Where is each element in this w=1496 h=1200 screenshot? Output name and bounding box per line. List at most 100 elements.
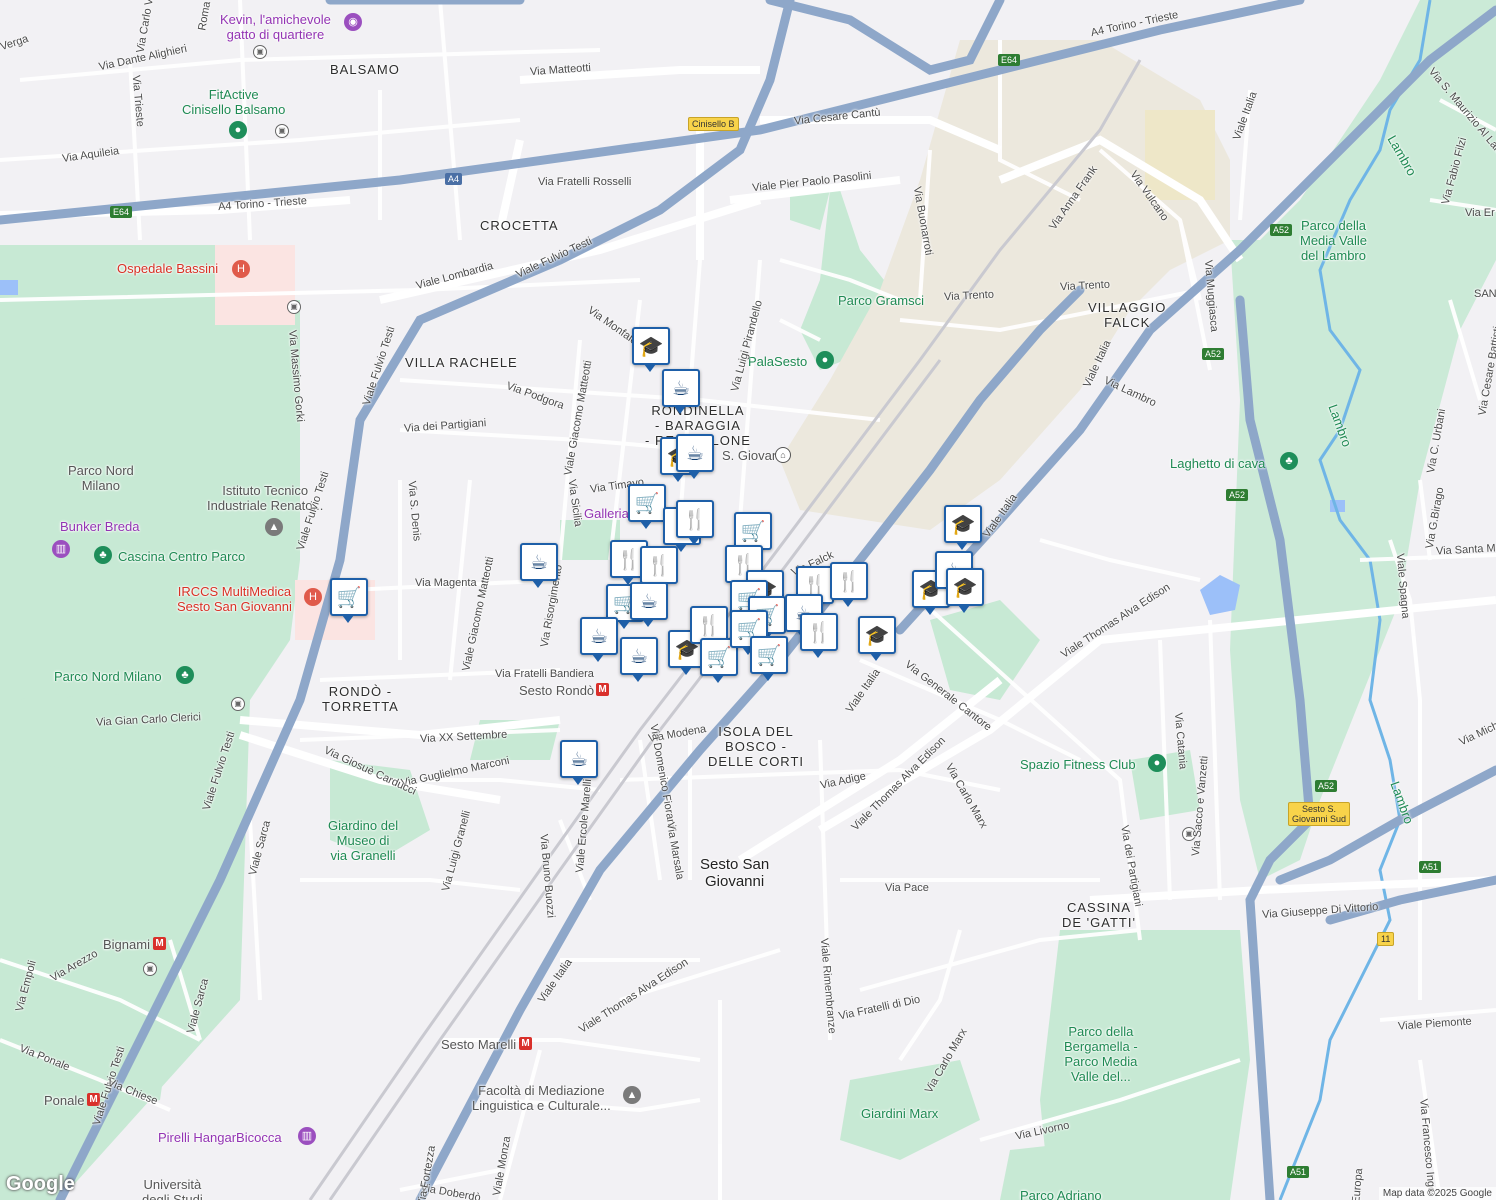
gym-icon[interactable]: ● <box>229 121 247 139</box>
poi-giardino-museo-granelli[interactable]: Giardino del Museo di via Granelli <box>328 818 398 863</box>
poi-parco-media-valle-lambro[interactable]: Parco della Media Valle del Lambro <box>1300 218 1367 263</box>
area-villa-rachele: VILLA RACHELE <box>405 355 518 370</box>
poi-laghetto-di-cava[interactable]: Laghetto di cava <box>1170 456 1265 471</box>
map-marker-restaurant[interactable]: 🍴 <box>800 613 838 658</box>
poi-kevin-line: gatto di quartiere <box>226 27 325 42</box>
poi-line: Parco della <box>1300 218 1366 233</box>
poi-facolta-mediazione[interactable]: Facoltà di Mediazione Linguistica e Cult… <box>472 1083 611 1113</box>
poi-line: Parco Media <box>1064 1054 1138 1069</box>
map-marker-cafe[interactable]: ☕ <box>560 740 598 785</box>
restaurant-icon: 🍴 <box>696 613 722 637</box>
bus-stop-icon[interactable]: ▣ <box>231 697 245 711</box>
school-icon: 🎓 <box>864 623 890 647</box>
poi-fitactive[interactable]: FitActive Cinisello Balsamo <box>182 87 285 117</box>
poi-istituto-tecnico[interactable]: Istituto Tecnico Industriale Renato... <box>207 483 323 513</box>
road-badge-sesto-sud: Sesto S. Giovanni Sud <box>1288 802 1351 826</box>
map-marker-cafe[interactable]: ☕ <box>630 582 668 627</box>
map-canvas[interactable]: BALSAMO CROCETTA VILLA RACHELE RONDINELL… <box>0 0 1496 1200</box>
poi-bunker-breda[interactable]: Bunker Breda <box>60 519 140 534</box>
poi-fitactive-line: Cinisello Balsamo <box>182 102 286 117</box>
map-marker-cafe[interactable]: ☕ <box>662 369 700 414</box>
metro-icon[interactable]: M <box>596 683 609 696</box>
hospital-icon[interactable]: H <box>232 260 250 278</box>
train-station-icon[interactable]: ⌂ <box>775 447 791 463</box>
bus-stop-icon[interactable]: ▣ <box>275 124 289 138</box>
restaurant-icon: 🍴 <box>646 553 672 577</box>
area-isola-line: BOSCO - <box>725 739 787 754</box>
map-marker-school[interactable]: 🎓 <box>632 327 670 372</box>
road-badge-11: 11 <box>1377 932 1395 946</box>
map-marker-restaurant[interactable]: 🍴 <box>830 562 868 607</box>
gym-icon[interactable]: ● <box>1148 754 1166 772</box>
metro-icon[interactable]: M <box>519 1037 532 1050</box>
camera-icon[interactable]: ◉ <box>344 13 362 31</box>
hospital-icon[interactable]: H <box>304 588 322 606</box>
road-badge-a52: A52 <box>1315 780 1338 792</box>
area-cassina-line: CASSINA <box>1066 900 1132 915</box>
road-badge-e64: E64 <box>110 206 133 218</box>
museum-icon[interactable]: ▥ <box>52 540 70 558</box>
poi-parco-bergamella[interactable]: Parco della Bergamella - Parco Media Val… <box>1064 1024 1138 1084</box>
restaurant-icon: 🍴 <box>806 620 832 644</box>
cafe-icon: ☕ <box>590 624 608 648</box>
poi-parco-nord-milano[interactable]: Parco Nord Milano <box>54 669 162 684</box>
poi-sesto-marelli[interactable]: Sesto Marelli <box>441 1037 516 1052</box>
map-marker-cafe[interactable]: ☕ <box>520 543 558 588</box>
map-marker-cafe[interactable]: ☕ <box>620 637 658 682</box>
stadium-icon[interactable]: ● <box>816 351 834 369</box>
school-icon: 🎓 <box>638 334 664 358</box>
poi-sesto-rondo[interactable]: Sesto Rondò <box>519 683 594 698</box>
poi-fitactive-line: FitActive <box>208 87 259 102</box>
poi-ospedale-bassini[interactable]: Ospedale Bassini <box>117 261 218 276</box>
school-icon[interactable]: ▲ <box>265 518 283 536</box>
road-badge-a4: A4 <box>445 173 463 185</box>
map-marker-restaurant[interactable]: 🍴 <box>640 546 678 591</box>
poi-irccs-multimedica[interactable]: IRCCS MultiMedica Sesto San Giovanni <box>177 584 292 614</box>
street-label: SANTA <box>1474 288 1496 300</box>
poi-cascina-centro-parco[interactable]: Cascina Centro Parco <box>118 549 245 564</box>
road-badge-cinisello: Cinisello B <box>688 117 739 131</box>
poi-parco-adriano[interactable]: Parco Adriano <box>1020 1188 1102 1200</box>
road-badge-e64: E64 <box>998 54 1021 66</box>
park-icon[interactable]: ♣ <box>1280 452 1298 470</box>
shopping-icon: 🛒 <box>756 643 782 667</box>
map-marker-school[interactable]: 🎓 <box>946 568 984 613</box>
map-marker-restaurant[interactable]: 🍴 <box>676 500 714 545</box>
park-icon[interactable]: ♣ <box>176 666 194 684</box>
poi-line: Museo di <box>336 833 390 848</box>
map-marker-school[interactable]: 🎓 <box>944 505 982 550</box>
bus-stop-icon[interactable]: ▣ <box>143 962 157 976</box>
poi-galleria[interactable]: Galleria <box>584 506 629 521</box>
poi-kevin[interactable]: Kevin, l'amichevole gatto di quartiere <box>220 12 331 42</box>
poi-line: Sesto San Giovanni <box>177 599 292 614</box>
poi-giardini-marx[interactable]: Giardini Marx <box>861 1106 938 1121</box>
map-marker-shopping[interactable]: 🛒 <box>628 484 666 529</box>
street-label: Via Pace <box>885 882 929 894</box>
map-marker-shopping[interactable]: 🛒 <box>330 578 368 623</box>
metro-icon[interactable]: M <box>153 937 166 950</box>
park-icon[interactable]: ♣ <box>94 546 112 564</box>
poi-ponale[interactable]: Ponale <box>44 1093 84 1108</box>
poi-pirelli-hangarbicocca[interactable]: Pirelli HangarBicocca <box>158 1130 282 1145</box>
road-badge-a51: A51 <box>1419 861 1442 873</box>
street-label: Via Magenta <box>415 577 477 589</box>
poi-line: degli Studi <box>142 1192 203 1200</box>
poi-universita[interactable]: Università degli Studi <box>142 1177 203 1200</box>
map-marker-school[interactable]: 🎓 <box>858 616 896 661</box>
museum-icon[interactable]: ▥ <box>298 1127 316 1145</box>
map-marker-cafe[interactable]: ☕ <box>580 617 618 662</box>
poi-line: IRCCS MultiMedica <box>177 584 292 599</box>
city-line: Sesto San <box>700 856 770 873</box>
poi-spazio-fitness-club[interactable]: Spazio Fitness Club <box>1020 757 1136 772</box>
map-marker-cafe[interactable]: ☕ <box>676 434 714 479</box>
poi-line: Università <box>143 1177 202 1192</box>
area-isola-line: ISOLA DEL <box>718 724 794 739</box>
poi-parco-gramsci[interactable]: Parco Gramsci <box>838 293 924 308</box>
bus-stop-icon[interactable]: ▣ <box>287 300 301 314</box>
school-icon[interactable]: ▲ <box>623 1086 641 1104</box>
map-marker-shopping[interactable]: 🛒 <box>750 636 788 681</box>
poi-palasesto[interactable]: PalaSesto <box>748 354 807 369</box>
bus-stop-icon[interactable]: ▣ <box>253 45 267 59</box>
poi-bignami[interactable]: Bignami <box>103 937 150 952</box>
poi-line: Facoltà di Mediazione <box>478 1083 605 1098</box>
